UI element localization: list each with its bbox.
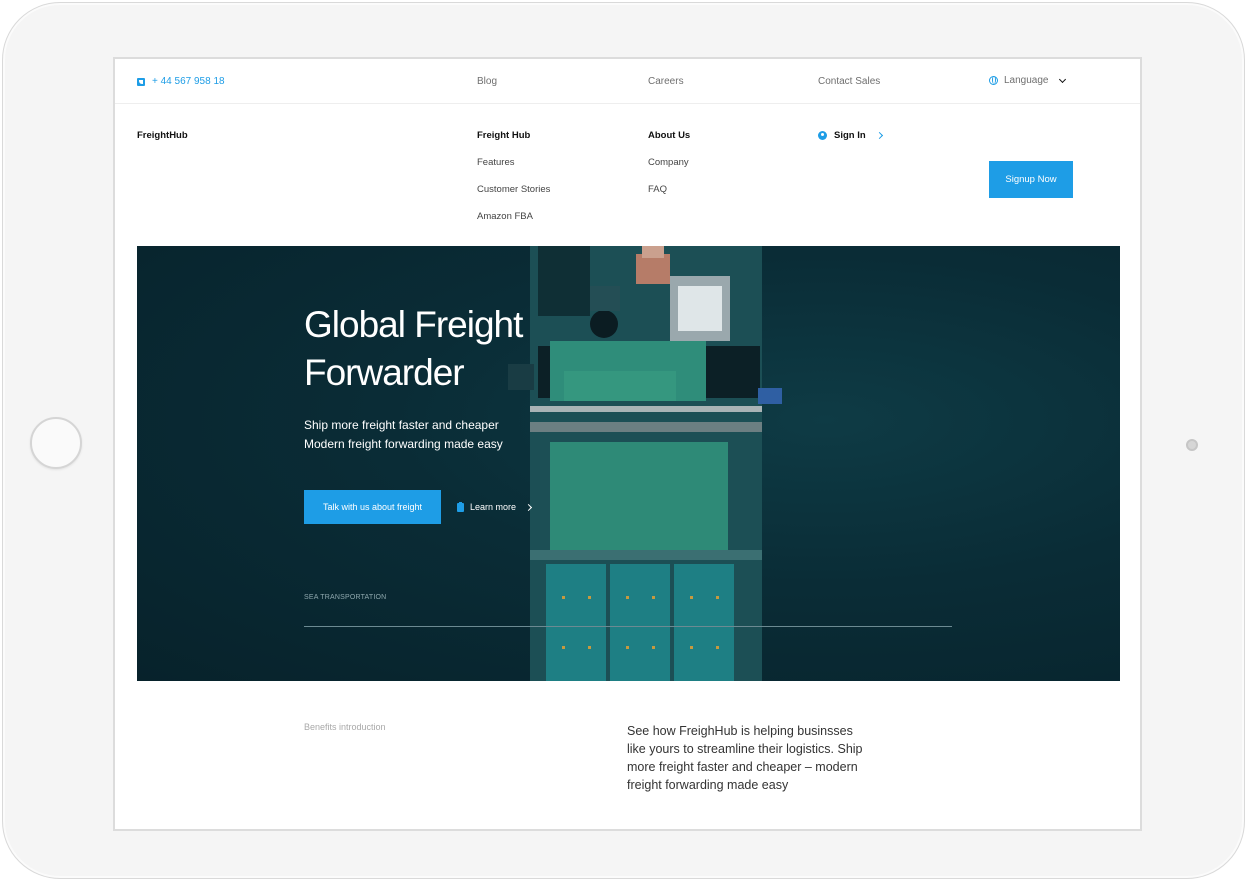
talk-with-us-button[interactable]: Talk with us about freight	[304, 490, 441, 524]
nav-item-amazon-fba[interactable]: Amazon FBA	[477, 211, 550, 222]
phone-link[interactable]: + 44 567 958 18	[137, 76, 225, 87]
language-selector[interactable]: Language	[989, 75, 1066, 86]
nav-item-customer-stories[interactable]: Customer Stories	[477, 184, 550, 195]
utility-bar: + 44 567 958 18 Blog Careers Contact Sal…	[115, 59, 1140, 104]
hero-title: Global Freight Forwarder	[304, 304, 523, 393]
nav-heading-freight-hub[interactable]: Freight Hub	[477, 130, 550, 141]
camera-icon	[1186, 439, 1198, 451]
phone-icon	[137, 77, 145, 86]
chevron-down-icon	[1058, 75, 1066, 83]
hero-subtitle-line-2: Modern freight forwarding made easy	[304, 437, 503, 451]
hero-divider	[304, 626, 952, 627]
benefits-label: Benefits introduction	[304, 722, 386, 732]
chevron-right-icon	[875, 131, 883, 140]
screen: + 44 567 958 18 Blog Careers Contact Sal…	[113, 57, 1142, 831]
nav-item-features[interactable]: Features	[477, 157, 550, 168]
phone-number: + 44 567 958 18	[152, 76, 225, 87]
learn-more-link[interactable]: Learn more	[457, 501, 533, 512]
learn-more-label: Learn more	[470, 502, 517, 512]
globe-icon	[989, 76, 998, 85]
nav-item-company[interactable]: Company	[648, 157, 690, 168]
contact-sales-link[interactable]: Contact Sales	[818, 76, 880, 87]
user-icon	[818, 131, 827, 140]
main-nav: FreightHub Freight Hub Features Customer…	[115, 104, 1140, 244]
brand-logo[interactable]: FreightHub	[137, 130, 188, 141]
benefits-text: See how FreighHub is helping businsses l…	[627, 724, 863, 792]
careers-link[interactable]: Careers	[648, 76, 684, 87]
hero-banner: Global Freight Forwarder Ship more freig…	[137, 246, 1120, 681]
nav-item-faq[interactable]: FAQ	[648, 184, 690, 195]
hero-subtitle-line-1: Ship more freight faster and cheaper	[304, 418, 499, 432]
sign-in-link[interactable]: Sign In	[818, 130, 883, 141]
signup-button[interactable]: Signup Now	[989, 161, 1073, 198]
home-button	[30, 417, 82, 469]
clipboard-icon	[457, 501, 464, 512]
sign-in-label: Sign In	[834, 130, 866, 141]
blog-link[interactable]: Blog	[477, 76, 497, 87]
section-label: SEA TRANSPORTATION	[304, 594, 387, 601]
nav-column-about-us: About Us Company FAQ	[648, 130, 690, 211]
nav-column-freight-hub: Freight Hub Features Customer Stories Am…	[477, 130, 550, 238]
chevron-right-icon	[524, 503, 533, 511]
hero-subtitle: Ship more freight faster and cheaper Mod…	[304, 416, 503, 454]
nav-heading-about-us[interactable]: About Us	[648, 130, 690, 141]
tablet-frame: + 44 567 958 18 Blog Careers Contact Sal…	[2, 2, 1245, 879]
language-label: Language	[1004, 75, 1049, 86]
